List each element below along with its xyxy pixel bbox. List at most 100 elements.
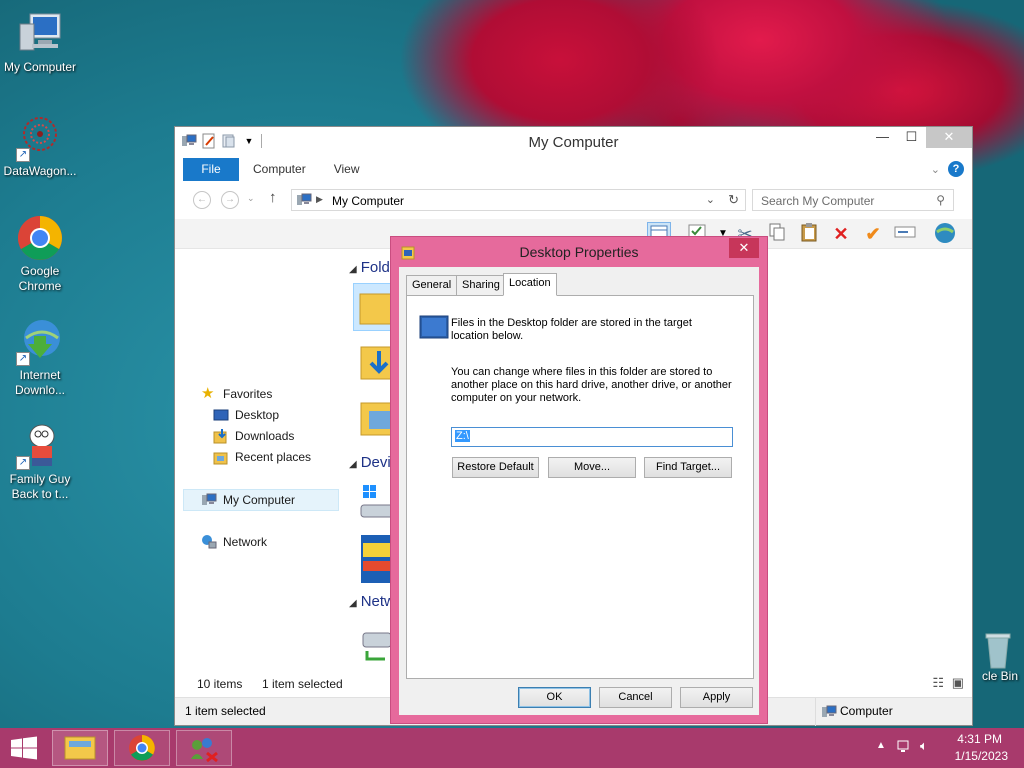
explorer-title-bar[interactable]: ▼ My Computer — ☐ ✕ [175,127,972,157]
back-arrow-icon[interactable]: ← [193,191,211,209]
cancel-button[interactable]: Cancel [599,687,672,708]
folder-item[interactable] [359,341,394,388]
tab-location[interactable]: Location [503,273,557,296]
address-bar[interactable]: ▶ My Computer ⌄ ↻ [291,189,746,211]
clock-time[interactable]: 4:31 PM [957,732,1002,746]
maximize-button[interactable]: ☐ [897,127,926,148]
description-text-line: another place on this hard drive, anothe… [451,379,732,391]
tab-view[interactable]: View [320,158,374,181]
network-drive-icon [362,632,392,661]
recent-places-icon [213,449,229,465]
nav-recent-places[interactable]: Recent places [213,447,311,467]
search-icon[interactable]: ⚲ [936,193,945,207]
folder-item[interactable] [359,397,394,444]
taskbar-network-app[interactable] [176,730,232,766]
clock-date[interactable]: 1/15/2023 [955,749,1008,763]
downloads-icon [213,428,229,444]
navigation-pane: ★ Favorites Desktop Downloads Recent pla… [183,253,341,673]
folder-item-selected[interactable] [353,283,393,331]
section-header-label: Fold [360,259,390,276]
nav-label: Network [223,535,268,549]
apply-button[interactable]: Apply [680,687,753,708]
target-location-input[interactable]: Z:\ [451,427,733,447]
details-view-icon[interactable]: ☷ [932,675,944,691]
desktop-icon-my-computer[interactable]: My Computer [0,10,80,75]
nav-network[interactable]: Network [201,532,267,552]
computer-small-icon [821,704,837,723]
taskbar-chrome[interactable] [114,730,170,766]
network-status-icon[interactable] [896,738,912,757]
device-item[interactable] [359,483,394,526]
nav-label: Desktop [235,408,280,422]
family-guy-icon: ↗ [16,422,64,470]
dialog-title-bar[interactable]: Desktop Properties ✕ [391,237,767,267]
desktop-icon-family-guy[interactable]: ↗ Family Guy Back to t... [0,422,80,502]
refresh-icon[interactable]: ↻ [728,192,739,208]
chrome-icon [16,214,64,262]
up-arrow-icon[interactable]: ↑ [269,189,277,206]
windows-logo-icon [11,736,37,760]
start-button[interactable] [0,728,48,768]
find-target-button[interactable]: Find Target... [644,457,732,478]
desktop-icon-chrome[interactable]: Google Chrome [0,214,80,294]
address-dropdown-icon[interactable]: ⌄ [706,193,715,206]
nav-my-computer[interactable]: My Computer [201,490,295,510]
system-tray: ▲ 🔈︎ 4:31 PM 1/15/2023 [874,728,1024,768]
expand-ribbon-icon[interactable]: ⌄ [931,163,940,176]
restore-default-button[interactable]: Restore Default [452,457,539,478]
copy-icon[interactable] [765,222,789,246]
recent-dropdown-icon[interactable]: ⌄ [247,193,255,204]
downloads-folder-icon [360,346,394,380]
dialog-close-button[interactable]: ✕ [729,238,759,258]
help-icon[interactable]: ? [948,161,964,177]
delete-icon[interactable]: ✕ [829,222,853,246]
desktop-folder-icon [419,315,449,342]
section-header-devices[interactable]: ◢ Devi [349,454,391,471]
network-icon [201,534,217,550]
nav-desktop[interactable]: Desktop [213,405,279,425]
paste-icon[interactable] [797,222,821,246]
description-text-line: You can change where files in this folde… [451,366,713,378]
address-text: My Computer [332,194,405,208]
ok-button[interactable]: OK [518,687,591,708]
computer-small-icon [201,492,217,508]
tab-computer[interactable]: Computer [239,158,320,181]
forward-arrow-icon[interactable]: → [221,191,239,209]
shortcut-arrow-icon: ↗ [16,352,30,366]
breadcrumb-chevron-icon[interactable]: ▶ [316,194,323,205]
info-text-line: location below. [451,330,524,342]
minimize-button[interactable]: — [868,127,897,148]
desktop-icon-internet-download[interactable]: ↗ Internet Downlo... [0,318,80,398]
large-icons-view-icon[interactable]: ▣ [952,675,964,691]
star-icon: ★ [201,385,215,402]
tab-file[interactable]: File [183,158,239,181]
folder-icon [359,293,393,325]
move-button[interactable]: Move... [548,457,636,478]
close-button[interactable]: ✕ [926,127,972,148]
rename-icon[interactable] [893,222,917,246]
recycle-bin-icon [985,633,1011,669]
pictures-folder-icon [360,402,394,436]
network-item[interactable] [359,627,393,670]
file-explorer-icon [64,736,96,760]
desktop-icon-datawagon[interactable]: ↗ DataWagon... [0,114,80,179]
taskbar-file-explorer[interactable] [52,730,108,766]
volume-icon[interactable]: 🔈︎ [920,738,928,754]
section-header-folders[interactable]: ◢ Fold [349,259,390,276]
device-item[interactable] [359,535,393,586]
nav-favorites[interactable]: ★ Favorites [201,384,272,404]
status-item-count: 10 items [197,677,243,691]
show-hidden-icons-icon[interactable]: ▲ [876,740,886,751]
search-input[interactable]: Search My Computer ⚲ [752,189,954,211]
target-location-value: Z:\ [455,430,470,442]
tab-general[interactable]: General [406,275,458,296]
explorer-title: My Computer [528,134,619,151]
taskbar: ▲ 🔈︎ 4:31 PM 1/15/2023 [0,728,1024,768]
checkmark-icon[interactable]: ✔ [861,222,885,246]
tab-sharing[interactable]: Sharing [456,275,506,296]
nav-label: Favorites [223,387,273,401]
section-header-network[interactable]: ◢ Netw [349,593,395,610]
globe-icon[interactable] [933,222,957,246]
nav-downloads[interactable]: Downloads [213,426,294,446]
search-placeholder: Search My Computer [761,194,875,208]
